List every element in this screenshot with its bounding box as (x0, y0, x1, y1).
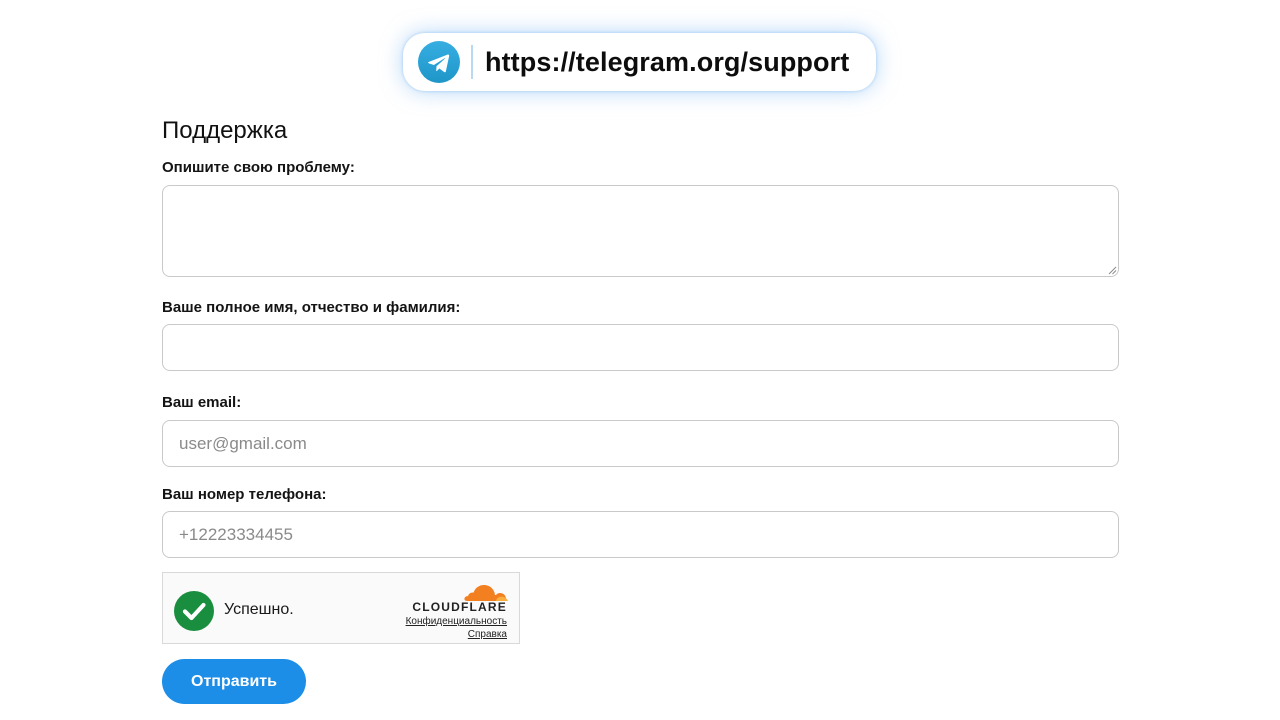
cloudflare-brand: CLOUDFLARE (412, 600, 507, 614)
url-bar: https://telegram.org/support (403, 33, 876, 91)
cloudflare-captcha[interactable]: Успешно. CLOUDFLARE Конфиденциальность С… (162, 572, 520, 644)
check-icon (174, 591, 214, 631)
problem-textarea[interactable] (162, 185, 1119, 277)
telegram-icon (418, 41, 460, 83)
email-placeholder: user@gmail.com (179, 434, 307, 453)
phone-label: Ваш номер телефона: (162, 486, 327, 503)
email-label: Ваш email: (162, 394, 242, 411)
page-title: Поддержка (162, 117, 288, 144)
resize-grip-icon[interactable] (1107, 265, 1117, 275)
submit-button[interactable]: Отправить (162, 659, 306, 704)
phone-input[interactable]: +12223334455 (162, 511, 1119, 558)
phone-placeholder: +12223334455 (179, 525, 293, 544)
problem-label: Опишите свою проблему: (162, 159, 355, 176)
name-input[interactable] (162, 324, 1119, 371)
help-link[interactable]: Справка (468, 629, 507, 641)
name-label: Ваше полное имя, отчество и фамилия: (162, 299, 461, 316)
url-text: https://telegram.org/support (485, 47, 850, 77)
url-divider (471, 45, 473, 79)
email-input[interactable]: user@gmail.com (162, 420, 1119, 467)
captcha-status: Успешно. (224, 601, 294, 618)
privacy-link[interactable]: Конфиденциальность (406, 616, 507, 628)
